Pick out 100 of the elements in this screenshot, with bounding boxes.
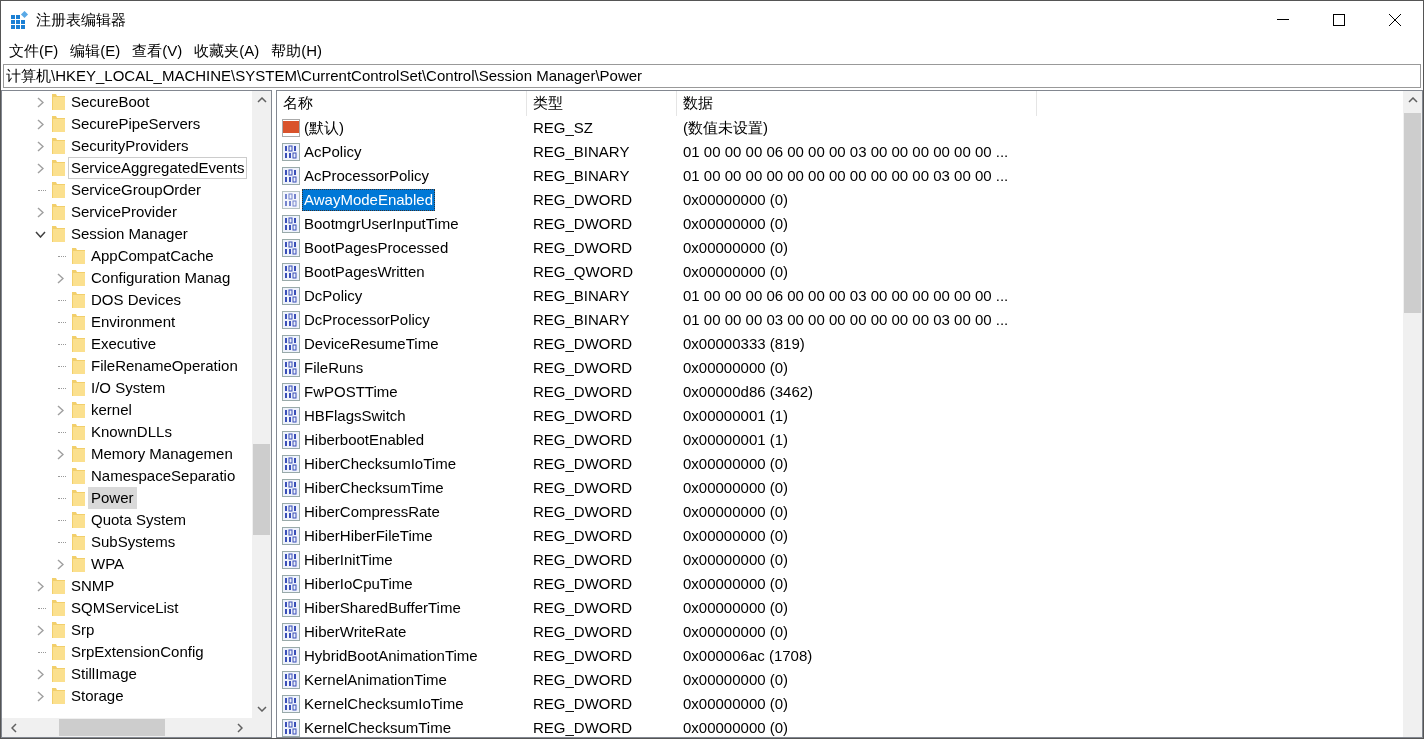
value-name[interactable]: AcPolicy: [302, 141, 364, 163]
table-cell-text: REG_DWORD: [532, 189, 634, 210]
value-name[interactable]: HybridBootAnimationTime: [302, 645, 480, 667]
value-name[interactable]: BootPagesWritten: [302, 261, 427, 283]
folder-icon: [52, 687, 65, 705]
table-cell-text: REG_DWORD: [532, 525, 634, 546]
value-name[interactable]: (默认): [302, 117, 346, 139]
menu-item[interactable]: 查看(V): [126, 40, 189, 62]
value-name[interactable]: HiberChecksumTime: [302, 477, 446, 499]
table-cell-text: 0x00000000 (0): [682, 549, 789, 570]
table-cell-text: REG_DWORD: [532, 381, 634, 402]
binary-value-icon: [282, 551, 300, 569]
table-cell-text: 0x00000000 (0): [682, 357, 789, 378]
value-name[interactable]: DcPolicy: [302, 285, 365, 307]
binary-value-icon: [282, 695, 300, 713]
table-cell-text: REG_DWORD: [532, 477, 634, 498]
scroll-down-icon: [256, 706, 267, 712]
tree-item[interactable]: Power: [88, 487, 137, 509]
value-name[interactable]: BootPagesProcessed: [302, 237, 451, 259]
registry-app-icon: [11, 11, 29, 29]
binary-value-icon: [282, 431, 300, 449]
folder-icon: [72, 467, 85, 485]
binary-value-icon: [282, 503, 300, 521]
value-name[interactable]: AcProcessorPolicy: [302, 165, 432, 187]
table-cell-text: 0x00000000 (0): [682, 237, 789, 258]
horizontal-scrollbar[interactable]: [2, 718, 271, 737]
value-name[interactable]: HiberCompressRate: [302, 501, 442, 523]
table-cell-text: 0x00000000 (0): [682, 261, 789, 282]
value-name[interactable]: HiberChecksumIoTime: [302, 453, 458, 475]
window-title: 注册表编辑器: [36, 9, 126, 30]
binary-value-icon: [282, 335, 300, 353]
value-name[interactable]: KernelChecksumIoTime: [302, 693, 466, 715]
chevron-right-icon: [36, 140, 44, 152]
tree-item[interactable]: ServiceAggregatedEvents: [68, 157, 248, 179]
value-name[interactable]: HiberHiberFileTime: [302, 525, 435, 547]
table-cell-text: REG_BINARY: [532, 141, 631, 162]
chevron-right-icon: [36, 96, 44, 108]
scroll-thumb[interactable]: [59, 719, 165, 736]
table-cell-text: REG_QWORD: [532, 261, 634, 282]
menu-item[interactable]: 帮助(H): [265, 40, 328, 62]
table-cell-text: 0x00000000 (0): [682, 621, 789, 642]
table-cell-text: 0x00000000 (0): [682, 213, 789, 234]
table-cell-text: 0x00000000 (0): [682, 525, 789, 546]
folder-icon: [72, 247, 85, 265]
table-cell-text: REG_DWORD: [532, 429, 634, 450]
table-cell-text: REG_DWORD: [532, 357, 634, 378]
scroll-thumb[interactable]: [1404, 113, 1421, 313]
chevron-right-icon: [36, 668, 44, 680]
table-cell-text: 0x00000d86 (3462): [682, 381, 814, 402]
value-name[interactable]: FwPOSTTime: [302, 381, 400, 403]
chevron-right-icon: [56, 404, 64, 416]
scroll-thumb[interactable]: [253, 444, 270, 535]
binary-value-icon: [282, 263, 300, 281]
value-name[interactable]: BootmgrUserInputTime: [302, 213, 461, 235]
table-cell-text: REG_DWORD: [532, 597, 634, 618]
column-header[interactable]: 数据: [677, 91, 1037, 116]
value-name[interactable]: KernelAnimationTime: [302, 669, 449, 691]
folder-icon: [52, 93, 65, 111]
value-name[interactable]: HiberbootEnabled: [302, 429, 427, 451]
value-name[interactable]: HiberInitTime: [302, 549, 395, 571]
value-name[interactable]: AwayModeEnabled: [302, 189, 435, 211]
menu-item[interactable]: 收藏夹(A): [188, 40, 266, 62]
column-header[interactable]: 类型: [527, 91, 677, 116]
menu-item[interactable]: 文件(F): [3, 40, 65, 62]
binary-value-icon: [282, 359, 300, 377]
folder-icon: [52, 203, 65, 221]
chevron-right-icon: [36, 624, 44, 636]
folder-icon: [72, 313, 85, 331]
binary-value-icon: [282, 407, 300, 425]
address-bar[interactable]: 计算机\HKEY_LOCAL_MACHINE\SYSTEM\CurrentControlSet\Control\Session Manager\Power: [3, 64, 1421, 88]
table-cell-text: REG_DWORD: [532, 645, 634, 666]
binary-value-icon: [282, 311, 300, 329]
folder-icon: [72, 533, 85, 551]
value-name[interactable]: DcProcessorPolicy: [302, 309, 432, 331]
menu-item[interactable]: 编辑(E): [64, 40, 127, 62]
vertical-scrollbar[interactable]: [1403, 91, 1422, 737]
binary-value-icon: [282, 599, 300, 617]
value-name[interactable]: DeviceResumeTime: [302, 333, 441, 355]
table-cell-text: 0x00000001 (1): [682, 405, 789, 426]
value-name[interactable]: HiberSharedBufferTime: [302, 597, 463, 619]
value-name[interactable]: HiberIoCpuTime: [302, 573, 415, 595]
table-cell-text: 0x00000000 (0): [682, 501, 789, 522]
value-name[interactable]: KernelChecksumTime: [302, 717, 453, 737]
binary-value-icon: [282, 719, 300, 737]
value-name[interactable]: HBFlagsSwitch: [302, 405, 408, 427]
table-cell-text: 0x00000333 (819): [682, 333, 805, 354]
vertical-scrollbar[interactable]: [252, 91, 271, 718]
table-cell-text: REG_DWORD: [532, 501, 634, 522]
binary-value-icon: [282, 143, 300, 161]
folder-icon: [52, 643, 65, 661]
chevron-right-icon: [56, 558, 64, 570]
table-cell-text: REG_DWORD: [532, 453, 634, 474]
scroll-up-icon: [1407, 97, 1418, 103]
table-cell-text: REG_DWORD: [532, 573, 634, 594]
value-name[interactable]: FileRuns: [302, 357, 366, 379]
value-name[interactable]: HiberWriteRate: [302, 621, 409, 643]
table-cell-text: 0x00000001 (1): [682, 429, 789, 450]
chevron-right-icon: [36, 580, 44, 592]
column-header[interactable]: 名称: [277, 91, 527, 116]
table-cell-text: REG_BINARY: [532, 165, 631, 186]
